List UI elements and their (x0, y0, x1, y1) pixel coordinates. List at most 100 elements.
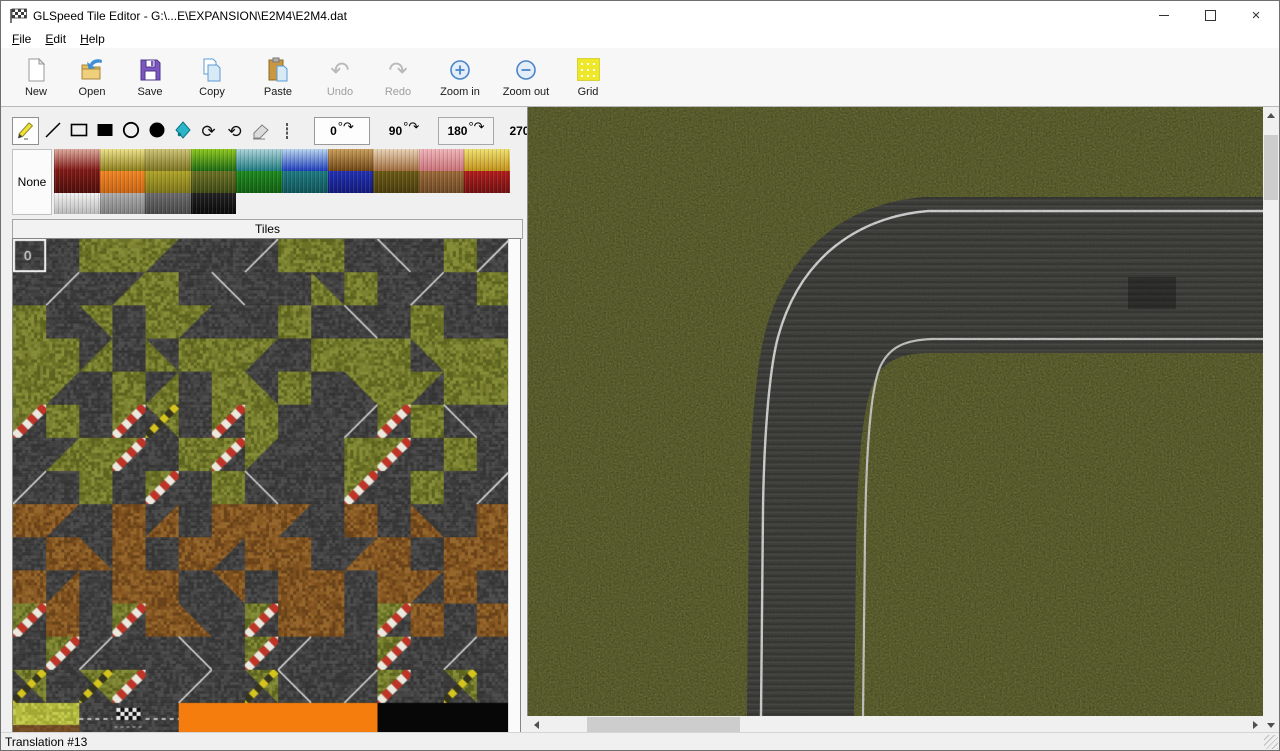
menu-file[interactable]: File (5, 30, 38, 48)
eraser-icon (250, 119, 272, 144)
open-icon (79, 56, 106, 83)
window-controls: × (1141, 1, 1279, 30)
paste-button[interactable]: Paste (245, 48, 311, 106)
color-swatch-1-7[interactable] (373, 171, 419, 193)
save-label: Save (137, 86, 162, 98)
new-button[interactable]: New (9, 48, 63, 106)
color-swatch-0-4[interactable] (236, 149, 282, 171)
color-swatch-0-0[interactable] (54, 149, 100, 171)
new-label: New (25, 86, 47, 98)
select-tool-button[interactable] (274, 118, 299, 144)
vertical-scrollbar-thumb[interactable] (1264, 135, 1278, 200)
window-title: GLSpeed Tile Editor - G:\...E\EXPANSION\… (33, 9, 347, 23)
fill-tool-button[interactable] (170, 118, 195, 144)
filled-circle-icon (146, 119, 168, 144)
scroll-right-button[interactable] (1247, 717, 1263, 733)
color-swatch-1-3[interactable] (191, 171, 237, 193)
tiles-panel-title: Tiles (255, 222, 280, 236)
palette-none-button[interactable]: None (12, 149, 52, 215)
grid-icon (575, 56, 602, 83)
color-swatch-2-3[interactable] (191, 193, 237, 214)
status-text: Translation #13 (5, 735, 87, 749)
menu-edit[interactable]: Edit (38, 30, 73, 48)
rotate-cw-tool-button[interactable]: ⟳ (196, 118, 221, 144)
resize-grip[interactable] (1264, 735, 1278, 749)
color-swatch-0-8[interactable] (419, 149, 465, 171)
horizontal-scrollbar[interactable] (528, 716, 1263, 733)
scroll-down-button[interactable] (1263, 717, 1279, 733)
scroll-down-icon (1267, 723, 1275, 728)
color-swatch-0-3[interactable] (191, 149, 237, 171)
drawing-tools-row: ⟳⟲0°↷90°↷180°↷270°↷ (12, 116, 562, 146)
map-canvas[interactable] (528, 107, 1264, 716)
color-swatch-0-9[interactable] (464, 149, 510, 171)
eraser-tool-button[interactable] (248, 118, 273, 144)
circle-tool-button[interactable] (118, 118, 143, 144)
color-swatch-0-7[interactable] (373, 149, 419, 171)
color-swatch-2-1[interactable] (100, 193, 146, 214)
menu-help[interactable]: Help (73, 30, 112, 48)
color-swatch-0-6[interactable] (328, 149, 374, 171)
color-swatch-0-1[interactable] (100, 149, 146, 171)
rotation-buttons: 0°↷90°↷180°↷270°↷ (314, 117, 562, 145)
open-button[interactable]: Open (63, 48, 121, 106)
zoom-out-button[interactable]: Zoom out (493, 48, 559, 106)
open-label: Open (79, 86, 106, 98)
menu-bar: FileEditHelp (1, 30, 1279, 48)
scroll-up-button[interactable] (1263, 107, 1279, 123)
filled-rectangle-icon (94, 119, 116, 144)
copy-button[interactable]: Copy (179, 48, 245, 106)
color-swatch-2-2[interactable] (145, 193, 191, 214)
line-tool-button[interactable] (40, 118, 65, 144)
main-toolbar: New Open Save CopyPaste↶Undo↷RedoZoom inZoo… (1, 48, 1279, 107)
color-swatch-0-2[interactable] (145, 149, 191, 171)
color-swatch-1-9[interactable] (464, 171, 510, 193)
color-swatch-2-0[interactable] (54, 193, 100, 214)
undo-icon: ↶ (327, 56, 354, 83)
pencil-tool-button[interactable] (12, 117, 39, 145)
palette-swatch-grid (54, 149, 510, 214)
scroll-up-icon (1267, 113, 1275, 118)
zoom-in-icon (447, 56, 474, 83)
undo-button[interactable]: ↶Undo (311, 48, 369, 106)
color-swatch-1-0[interactable] (54, 171, 100, 193)
color-swatch-0-5[interactable] (282, 149, 328, 171)
filled-circle-tool-button[interactable] (144, 118, 169, 144)
save-button[interactable]: Save (121, 48, 179, 106)
palette-row-0 (54, 149, 510, 171)
minimize-button[interactable] (1141, 1, 1187, 30)
color-swatch-1-2[interactable] (145, 171, 191, 193)
maximize-button[interactable] (1187, 1, 1233, 30)
tiles-scrollbar-gutter[interactable] (508, 239, 520, 733)
close-button[interactable]: × (1233, 1, 1279, 30)
rotation-degrees: 0 (330, 124, 337, 138)
maximize-icon (1205, 10, 1216, 21)
color-swatch-1-1[interactable] (100, 171, 146, 193)
rotation-degrees: 90 (389, 124, 402, 138)
color-swatch-1-6[interactable] (328, 171, 374, 193)
color-swatch-1-4[interactable] (236, 171, 282, 193)
tiles-grid[interactable] (13, 239, 508, 733)
glspeed-tile-editor-window: { "window": { "title": "GLSpeed Tile Edi… (0, 0, 1280, 751)
rotate-arrow-icon: °↷ (403, 119, 419, 135)
color-swatch-1-5[interactable] (282, 171, 328, 193)
scroll-left-button[interactable] (528, 717, 544, 733)
copy-icon (199, 56, 226, 83)
grid-button[interactable]: Grid (559, 48, 617, 106)
horizontal-scrollbar-thumb[interactable] (587, 717, 740, 732)
rotate-180-button[interactable]: 180°↷ (438, 117, 494, 145)
rotate-0-button[interactable]: 0°↷ (314, 117, 370, 145)
select-icon (286, 124, 288, 138)
rotate-cw-icon: ⟳ (201, 123, 215, 140)
rotate-90-button[interactable]: 90°↷ (376, 117, 432, 145)
rectangle-tool-button[interactable] (66, 118, 91, 144)
redo-button[interactable]: ↷Redo (369, 48, 427, 106)
vertical-scrollbar[interactable] (1263, 107, 1279, 733)
color-swatch-1-8[interactable] (419, 171, 465, 193)
zoom-in-button[interactable]: Zoom in (427, 48, 493, 106)
save-icon (137, 56, 164, 83)
rotate-ccw-tool-button[interactable]: ⟲ (222, 118, 247, 144)
color-palette: None (12, 149, 510, 215)
filled-rectangle-tool-button[interactable] (92, 118, 117, 144)
map-canvas-area[interactable] (527, 107, 1265, 716)
